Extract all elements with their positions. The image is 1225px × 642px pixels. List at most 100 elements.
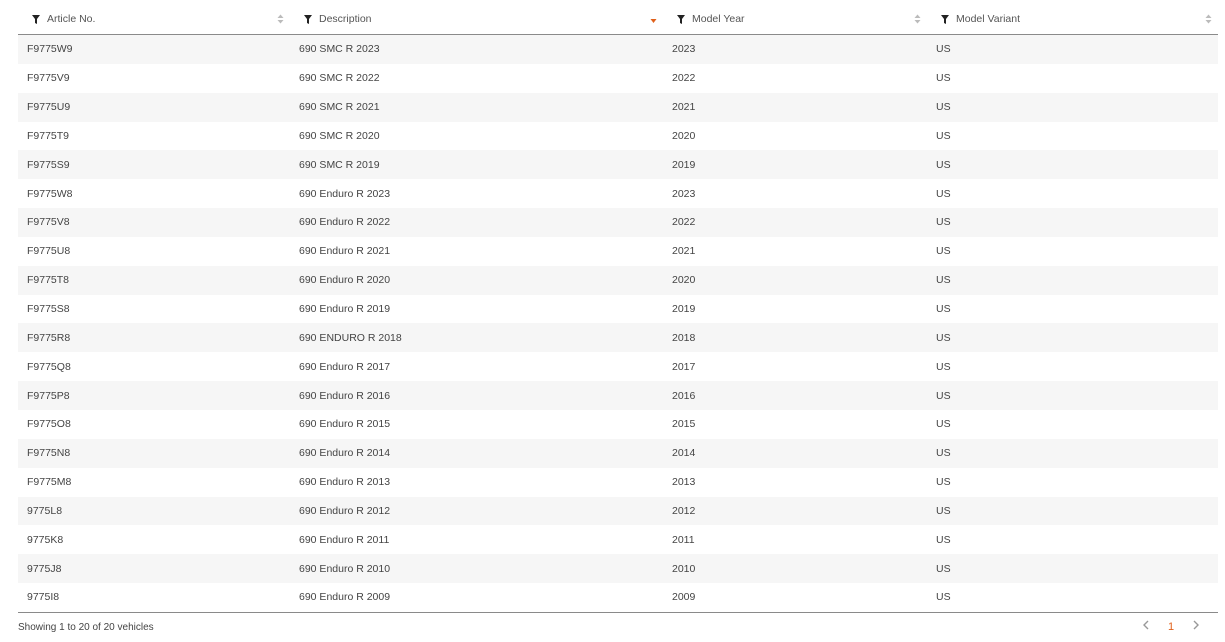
cell-description: 690 SMC R 2020 [290,121,663,151]
table-row[interactable]: F9775Q8 690 Enduro R 2017 2017 US [18,352,1218,382]
cell-description: 690 Enduro R 2014 [290,438,663,468]
cell-description: 690 SMC R 2022 [290,63,663,93]
cell-article-no: F9775T9 [18,121,290,151]
cell-model-variant: US [927,323,1218,353]
cell-model-variant: US [927,294,1218,324]
cell-description: 690 Enduro R 2017 [290,352,663,382]
table-body: F9775W9 690 SMC R 2023 2023 US F9775V9 690 SM… [18,34,1218,613]
cell-description: 690 SMC R 2021 [290,92,663,122]
cell-model-year: 2017 [663,352,927,382]
cell-article-no: F9775S9 [18,150,290,180]
prev-page-button[interactable] [1131,620,1161,633]
column-header-article-no[interactable]: Article No. [18,4,290,35]
filter-icon[interactable] [32,14,40,24]
column-header-label: Article No. [47,13,96,25]
cell-article-no: F9775U8 [18,236,290,266]
vehicle-table: Article No. Description Model Year Model Va… [18,4,1218,613]
table-row[interactable]: F9775U8 690 Enduro R 2021 2021 US [18,236,1218,266]
sort-icon[interactable] [277,13,284,25]
cell-article-no: F9775R8 [18,323,290,353]
cell-model-year: 2012 [663,496,927,526]
table-row[interactable]: F9775W8 690 Enduro R 2023 2023 US [18,179,1218,209]
cell-model-year: 2018 [663,323,927,353]
table-row[interactable]: F9775V8 690 Enduro R 2022 2022 US [18,208,1218,237]
cell-model-year: 2022 [663,63,927,93]
column-header-inner: Model Year [663,4,927,34]
cell-description: 690 Enduro R 2013 [290,467,663,497]
cell-model-year: 2019 [663,294,927,324]
column-header-inner: Model Variant [927,4,1218,34]
cell-model-variant: US [927,496,1218,526]
table-row[interactable]: 9775L8 690 Enduro R 2012 2012 US [18,496,1218,526]
filter-icon[interactable] [304,14,312,24]
column-header-label: Model Year [692,13,745,25]
table-row[interactable]: F9775U9 690 SMC R 2021 2021 US [18,92,1218,122]
column-header-label: Model Variant [956,13,1021,25]
cell-model-year: 2020 [663,265,927,295]
cell-article-no: F9775P8 [18,381,290,410]
cell-model-year: 2020 [663,121,927,151]
cell-model-variant: US [927,236,1218,266]
cell-article-no: F9775V9 [18,63,290,93]
table-row[interactable]: F9775P8 690 Enduro R 2016 2016 US [18,381,1218,410]
cell-model-variant: US [927,265,1218,295]
cell-article-no: F9775V8 [18,208,290,237]
column-header-model-year[interactable]: Model Year [663,4,927,35]
sort-descending-icon[interactable] [650,13,657,25]
table-row[interactable]: F9775S9 690 SMC R 2019 2019 US [18,150,1218,180]
page-number-current[interactable]: 1 [1161,621,1181,633]
table-row[interactable]: F9775W9 690 SMC R 2023 2023 US [18,34,1218,64]
sort-icon[interactable] [914,13,921,25]
table-row[interactable]: F9775R8 690 ENDURO R 2018 2018 US [18,323,1218,353]
table-row[interactable]: F9775N8 690 Enduro R 2014 2014 US [18,438,1218,468]
cell-description: 690 SMC R 2023 [290,34,663,64]
cell-article-no: 9775K8 [18,525,290,555]
results-summary: Showing 1 to 20 of 20 vehicles [18,622,154,633]
cell-model-variant: US [927,583,1218,613]
cell-description: 690 Enduro R 2019 [290,294,663,324]
table-row[interactable]: F9775M8 690 Enduro R 2013 2013 US [18,467,1218,497]
table-row[interactable]: F9775S8 690 Enduro R 2019 2019 US [18,294,1218,324]
cell-article-no: F9775S8 [18,294,290,324]
cell-description: 690 Enduro R 2015 [290,409,663,439]
sort-icon[interactable] [1205,13,1212,25]
cell-model-year: 2023 [663,34,927,64]
cell-model-year: 2013 [663,467,927,497]
cell-model-variant: US [927,381,1218,410]
chevron-right-icon [1193,620,1199,630]
pagination: 1 [1131,620,1211,633]
cell-description: 690 Enduro R 2011 [290,525,663,555]
cell-article-no: F9775W9 [18,34,290,64]
table-row[interactable]: F9775O8 690 Enduro R 2015 2015 US [18,409,1218,439]
filter-icon[interactable] [941,14,949,24]
cell-model-variant: US [927,467,1218,497]
cell-article-no: 9775J8 [18,554,290,584]
cell-model-year: 2021 [663,92,927,122]
chevron-left-icon [1143,620,1149,630]
column-header-model-variant[interactable]: Model Variant [927,4,1218,35]
filter-icon[interactable] [677,14,685,24]
cell-model-year: 2009 [663,583,927,613]
cell-article-no: 9775L8 [18,496,290,526]
table-row[interactable]: 9775I8 690 Enduro R 2009 2009 US [18,583,1218,613]
table-row[interactable]: F9775T9 690 SMC R 2020 2020 US [18,121,1218,151]
table-row[interactable]: F9775T8 690 Enduro R 2020 2020 US [18,265,1218,295]
cell-article-no: F9775M8 [18,467,290,497]
cell-description: 690 Enduro R 2012 [290,496,663,526]
table-row[interactable]: 9775J8 690 Enduro R 2010 2010 US [18,554,1218,584]
table-row[interactable]: F9775V9 690 SMC R 2022 2022 US [18,63,1218,93]
cell-description: 690 Enduro R 2010 [290,554,663,584]
cell-model-year: 2023 [663,179,927,209]
cell-description: 690 Enduro R 2009 [290,583,663,613]
column-header-inner: Article No. [18,4,290,34]
table-row[interactable]: 9775K8 690 Enduro R 2011 2011 US [18,525,1218,555]
next-page-button[interactable] [1181,620,1211,633]
cell-model-variant: US [927,63,1218,93]
cell-article-no: F9775W8 [18,179,290,209]
cell-description: 690 SMC R 2019 [290,150,663,180]
cell-model-variant: US [927,352,1218,382]
cell-model-variant: US [927,409,1218,439]
column-header-label: Description [319,13,372,25]
cell-description: 690 Enduro R 2020 [290,265,663,295]
column-header-description[interactable]: Description [290,4,663,35]
